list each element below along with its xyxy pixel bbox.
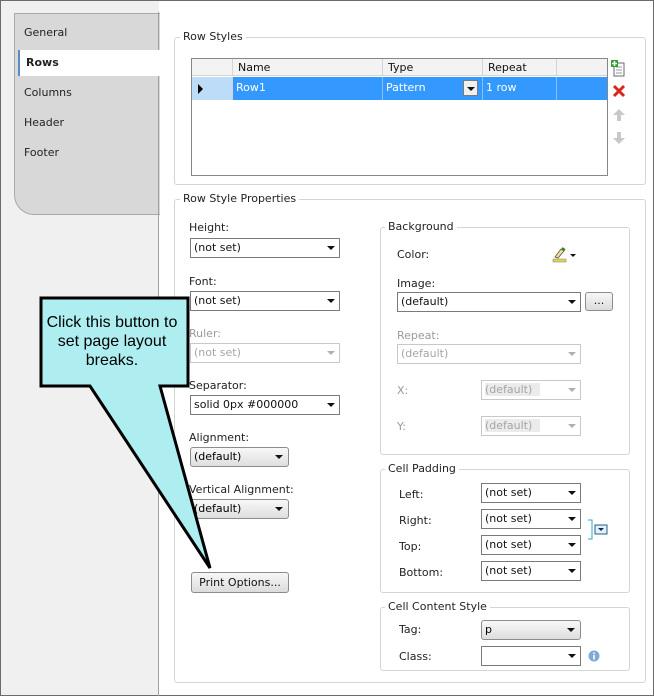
tab-rows[interactable]: Rows xyxy=(18,50,160,76)
callout-text: Click this button to set page layout bre… xyxy=(46,314,178,369)
